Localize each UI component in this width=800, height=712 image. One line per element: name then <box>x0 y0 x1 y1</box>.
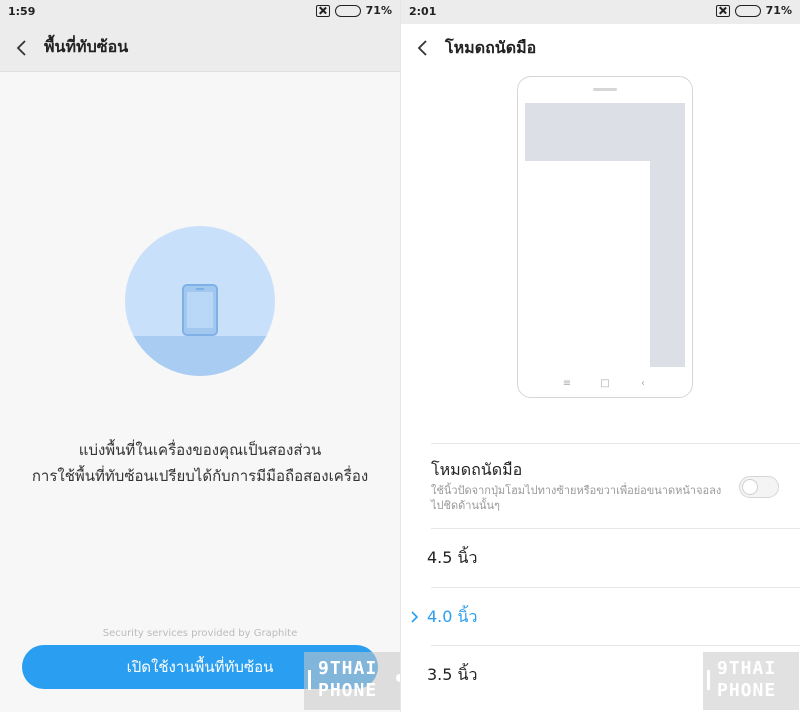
setting-description: ใช้นิ้วปัดจากปุ่มโฮมไปทางซ้ายหรือขวาเพื่… <box>431 484 722 512</box>
title-bar: โหมดถนัดมือ <box>401 24 800 72</box>
size-option-label: 3.5 นิ้ว <box>427 664 478 684</box>
divider <box>431 528 800 529</box>
phone-icon <box>182 284 218 336</box>
description-line-2: การใช้พื้นที่ทับซ้อนเปรียบได้กับการมีมือ… <box>31 467 369 485</box>
preview-shrunk-window <box>525 161 650 367</box>
watermark-line-1: 9THAI <box>717 658 777 679</box>
battery-icon <box>734 4 761 17</box>
check-chevron-icon <box>401 611 427 623</box>
divider <box>431 443 800 444</box>
status-bar: 1:59 71% <box>0 0 400 24</box>
battery-icon <box>334 4 361 17</box>
back-arrow-icon[interactable] <box>0 24 44 72</box>
status-icons: 71% <box>715 4 792 17</box>
size-option-4-0[interactable]: 4.0 นิ้ว <box>401 589 800 645</box>
preview-display <box>525 103 685 367</box>
menu-icon: ≡ <box>562 378 572 389</box>
battery-percent: 71% <box>365 4 392 17</box>
provided-by-text: Security services provided by Graphite <box>102 628 298 639</box>
size-option-label: 4.5 นิ้ว <box>427 547 478 567</box>
no-sim-icon <box>715 4 730 17</box>
status-bar: 2:01 71% <box>401 0 800 24</box>
status-time: 1:59 <box>8 5 36 18</box>
no-sim-icon <box>315 4 330 17</box>
divider <box>431 645 800 646</box>
second-space-illustration <box>125 226 275 376</box>
status-icons: 71% <box>315 4 392 17</box>
setting-title: โหมดถนัดมือ <box>431 460 523 479</box>
one-handed-preview: ≡ □ ‹ <box>517 76 693 398</box>
divider <box>431 587 800 588</box>
one-handed-toggle[interactable] <box>739 476 779 498</box>
back-arrow-icon[interactable] <box>401 24 445 72</box>
description-line-1: แบ่งพื้นที่ในเครื่องของคุณเป็นสองส่วน <box>78 441 322 459</box>
size-option-label: 4.0 นิ้ว <box>427 606 478 626</box>
status-time: 2:01 <box>409 5 437 18</box>
preview-nav-bar: ≡ □ ‹ <box>518 378 692 389</box>
watermark-logo: 9THAI PHONE <box>304 652 400 710</box>
toggle-knob <box>742 479 758 495</box>
page-title: โหมดถนัดมือ <box>445 37 537 57</box>
home-icon: □ <box>600 378 610 389</box>
battery-percent: 71% <box>765 4 792 17</box>
left-screen: 1:59 71% พื้นที่ทับซ้อน แบ่งพื้นที่ในเคร… <box>0 0 400 712</box>
watermark-logo: 9THAI PHONE <box>703 652 799 710</box>
watermark-line-1: 9THAI <box>318 658 378 679</box>
title-bar: พื้นที่ทับซ้อน <box>0 24 400 72</box>
size-option-4-5[interactable]: 4.5 นิ้ว <box>401 530 800 586</box>
right-screen: 2:01 71% โหมดถนัดมือ ≡ □ ‹ โหมดถนัดมือ ใ… <box>400 0 800 712</box>
watermark-line-2: PHONE <box>717 680 777 701</box>
page-title: พื้นที่ทับซ้อน <box>44 37 129 56</box>
watermark-line-2: PHONE <box>318 680 378 701</box>
back-icon: ‹ <box>641 378 645 389</box>
